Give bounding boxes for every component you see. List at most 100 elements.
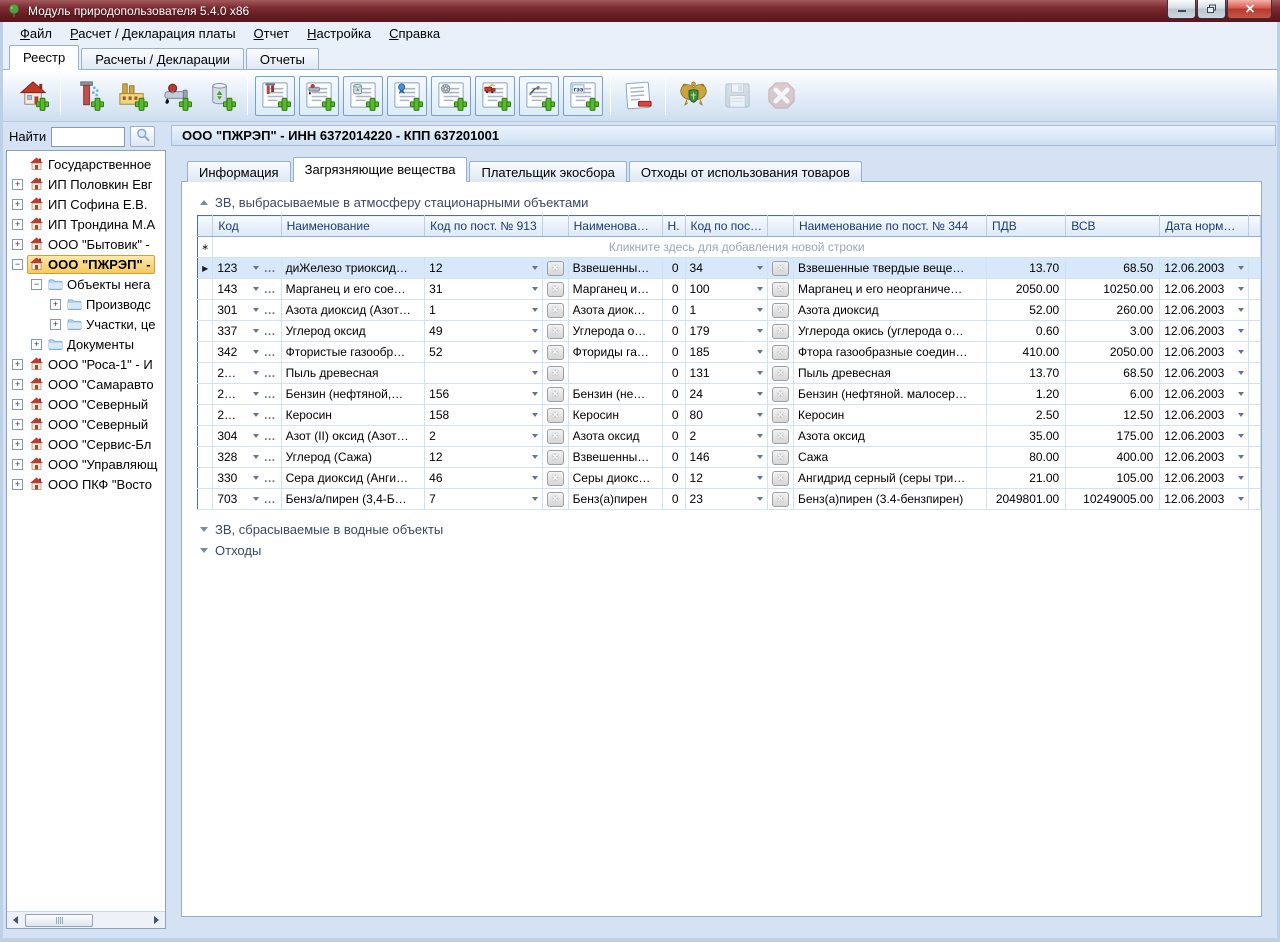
expand-toggle-icon[interactable]: + bbox=[12, 359, 23, 370]
table-row[interactable]: ▶123…диЖелезо триоксид…12×Взвешенны…034×… bbox=[198, 258, 1261, 279]
cell-vsv[interactable]: 68.50 bbox=[1066, 258, 1160, 279]
tree-item[interactable]: +ООО "Северный bbox=[7, 394, 165, 414]
dropdown-arrow-icon[interactable] bbox=[757, 266, 763, 270]
new-row-hint[interactable]: Кликните здесь для добавления новой стро… bbox=[213, 237, 1261, 258]
cell-x2[interactable]: × bbox=[767, 258, 793, 279]
add-doc-equipment-button[interactable] bbox=[431, 76, 471, 116]
column-header-name344[interactable]: Наименование по пост. № 344 bbox=[793, 216, 986, 237]
cell-vsv[interactable]: 6.00 bbox=[1066, 384, 1160, 405]
menu-item[interactable]: Файл bbox=[11, 23, 61, 44]
cell-date[interactable]: 12.06.2003 bbox=[1160, 342, 1249, 363]
cell-x2[interactable]: × bbox=[767, 342, 793, 363]
add-doc-waste-button[interactable] bbox=[343, 76, 383, 116]
cell-n[interactable]: 0 bbox=[662, 447, 685, 468]
cell-date[interactable]: 12.06.2003 bbox=[1160, 405, 1249, 426]
clear-button[interactable]: × bbox=[772, 324, 789, 339]
cell-name344[interactable]: Ангидрид серный (серы три… bbox=[793, 468, 986, 489]
column-header-kod344[interactable]: Код по пос… bbox=[685, 216, 767, 237]
expand-toggle-icon[interactable]: + bbox=[50, 299, 61, 310]
cell-kod[interactable]: 304… bbox=[213, 426, 281, 447]
cell-x2[interactable]: × bbox=[767, 279, 793, 300]
scroll-right-icon[interactable] bbox=[149, 913, 164, 928]
cell-pdv[interactable]: 35.00 bbox=[986, 426, 1065, 447]
cell-x2[interactable]: × bbox=[767, 405, 793, 426]
cell-vsv[interactable]: 2050.00 bbox=[1066, 342, 1160, 363]
clear-button[interactable]: × bbox=[547, 261, 564, 276]
menu-item[interactable]: Расчет / Декларация платы bbox=[61, 23, 245, 44]
dropdown-arrow-icon[interactable] bbox=[1238, 497, 1244, 501]
dropdown-arrow-icon[interactable] bbox=[253, 287, 259, 291]
cell-kod344[interactable]: 24 bbox=[685, 384, 767, 405]
cell-kod913[interactable]: 156 bbox=[425, 384, 542, 405]
clear-button[interactable]: × bbox=[547, 408, 564, 423]
dropdown-arrow-icon[interactable] bbox=[757, 371, 763, 375]
add-doc-well-button[interactable] bbox=[255, 76, 295, 116]
cell-x1[interactable]: × bbox=[542, 447, 568, 468]
dropdown-arrow-icon[interactable] bbox=[757, 350, 763, 354]
expand-toggle-icon[interactable]: + bbox=[12, 219, 23, 230]
cell-name[interactable]: Керосин bbox=[281, 405, 425, 426]
cell-n[interactable]: 0 bbox=[662, 321, 685, 342]
clear-button[interactable]: × bbox=[772, 492, 789, 507]
column-header-vsv[interactable]: ВСВ bbox=[1066, 216, 1160, 237]
main-tab[interactable]: Расчеты / Декларации bbox=[81, 48, 244, 69]
dropdown-arrow-icon[interactable] bbox=[532, 350, 538, 354]
clear-button[interactable]: × bbox=[547, 429, 564, 444]
dropdown-arrow-icon[interactable] bbox=[1238, 350, 1244, 354]
cell-kod913[interactable]: 31 bbox=[425, 279, 542, 300]
cell-n[interactable]: 0 bbox=[662, 384, 685, 405]
cell-kod[interactable]: 143… bbox=[213, 279, 281, 300]
cell-date[interactable]: 12.06.2003 bbox=[1160, 447, 1249, 468]
clear-button[interactable]: × bbox=[772, 345, 789, 360]
cell-pdv[interactable]: 13.70 bbox=[986, 363, 1065, 384]
cell-x2[interactable]: × bbox=[767, 489, 793, 510]
tree-item[interactable]: +Производс bbox=[7, 294, 165, 314]
cell-x1[interactable]: × bbox=[542, 384, 568, 405]
cell-x2[interactable]: × bbox=[767, 384, 793, 405]
table-row[interactable]: 304…Азот (II) оксид (Азот…2×Азота оксид0… bbox=[198, 426, 1261, 447]
cell-kod[interactable]: 330… bbox=[213, 468, 281, 489]
remove-document-button[interactable] bbox=[617, 75, 659, 117]
expand-toggle-icon[interactable]: + bbox=[12, 379, 23, 390]
cell-kod344[interactable]: 23 bbox=[685, 489, 767, 510]
cell-name913[interactable]: Керосин bbox=[568, 405, 662, 426]
clear-button[interactable]: × bbox=[772, 429, 789, 444]
dropdown-arrow-icon[interactable] bbox=[532, 497, 538, 501]
ellipsis-button[interactable]: … bbox=[264, 366, 277, 380]
cell-kod[interactable]: 337… bbox=[213, 321, 281, 342]
cell-name[interactable]: Азот (II) оксид (Азот… bbox=[281, 426, 425, 447]
cell-kod344[interactable]: 2 bbox=[685, 426, 767, 447]
dropdown-arrow-icon[interactable] bbox=[253, 392, 259, 396]
tree-item[interactable]: +Участки, це bbox=[7, 314, 165, 334]
cell-date[interactable]: 12.06.2003 bbox=[1160, 258, 1249, 279]
cell-kod344[interactable]: 179 bbox=[685, 321, 767, 342]
expand-toggle-icon[interactable]: + bbox=[50, 319, 61, 330]
cell-name344[interactable]: Марганец и его неорганиче… bbox=[793, 279, 986, 300]
dropdown-arrow-icon[interactable] bbox=[1238, 413, 1244, 417]
cell-x1[interactable]: × bbox=[542, 489, 568, 510]
main-tab[interactable]: Реестр bbox=[9, 45, 79, 70]
clear-button[interactable]: × bbox=[772, 408, 789, 423]
tree-item[interactable]: +ООО ПКФ "Восто bbox=[7, 474, 165, 494]
clear-button[interactable]: × bbox=[547, 387, 564, 402]
expand-toggle-icon[interactable]: + bbox=[12, 199, 23, 210]
cell-x1[interactable]: × bbox=[542, 279, 568, 300]
inner-tab[interactable]: Отходы от использования товаров bbox=[629, 161, 862, 182]
dropdown-arrow-icon[interactable] bbox=[1238, 371, 1244, 375]
cell-vsv[interactable]: 12.50 bbox=[1066, 405, 1160, 426]
column-header-pdv[interactable]: ПДВ bbox=[986, 216, 1065, 237]
cell-kod344[interactable]: 100 bbox=[685, 279, 767, 300]
ellipsis-button[interactable]: … bbox=[264, 450, 277, 464]
expand-toggle-icon[interactable]: + bbox=[12, 459, 23, 470]
dropdown-arrow-icon[interactable] bbox=[1238, 287, 1244, 291]
cell-x1[interactable]: × bbox=[542, 468, 568, 489]
dropdown-arrow-icon[interactable] bbox=[532, 329, 538, 333]
add-doc-discharge-button[interactable] bbox=[299, 76, 339, 116]
dropdown-arrow-icon[interactable] bbox=[1238, 392, 1244, 396]
dropdown-arrow-icon[interactable] bbox=[757, 413, 763, 417]
cell-name913[interactable]: Взвешенны… bbox=[568, 447, 662, 468]
dropdown-arrow-icon[interactable] bbox=[253, 308, 259, 312]
ellipsis-button[interactable]: … bbox=[264, 324, 277, 338]
column-header-kod913[interactable]: Код по пост. № 913 bbox=[425, 216, 542, 237]
column-header-n[interactable]: Н. bbox=[662, 216, 685, 237]
